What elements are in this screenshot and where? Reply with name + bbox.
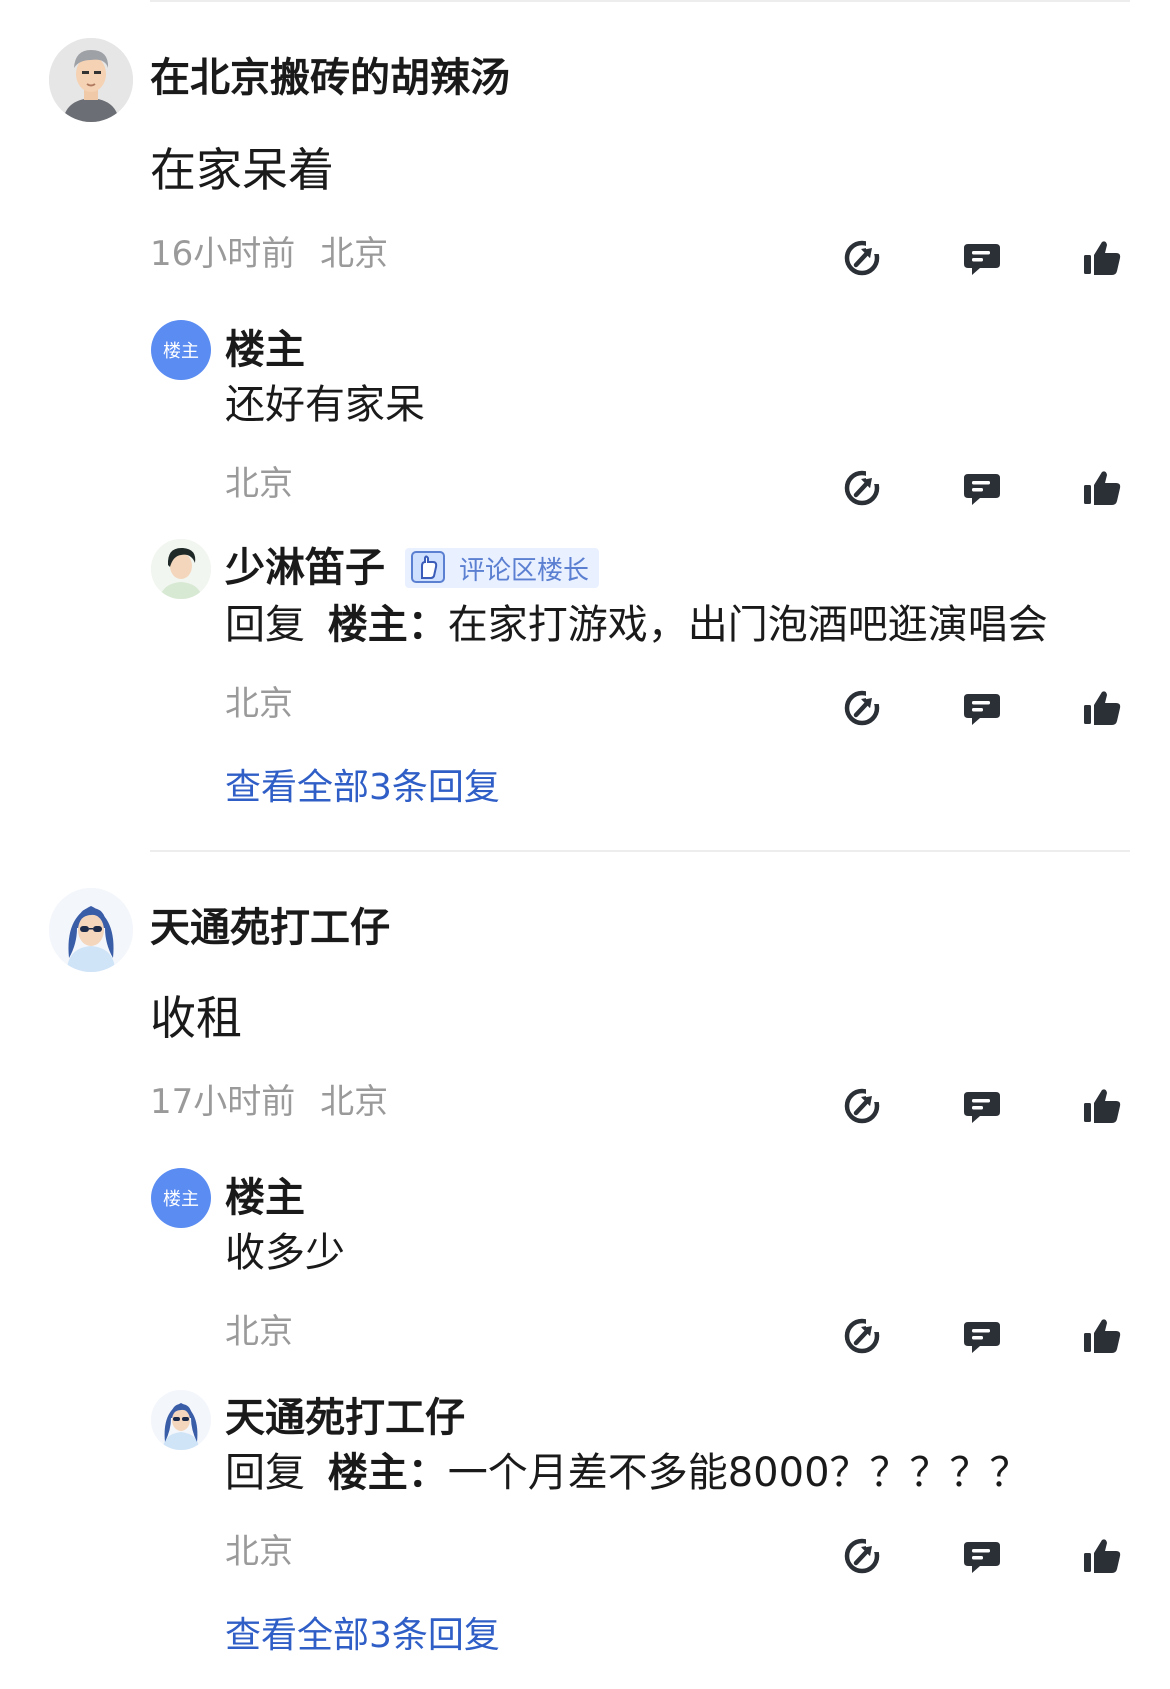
comment-icon — [964, 1322, 1000, 1353]
comment-time: 17小时前 — [150, 1082, 296, 1122]
share-icon — [842, 468, 882, 508]
like-button[interactable] — [1002, 464, 1122, 512]
comment-time: 16小时前 — [150, 234, 296, 274]
top-divider — [150, 0, 1130, 2]
reply-content: 回复 楼主：一个月差不多能8000？？？？？ — [225, 1448, 1030, 1498]
thumbs-up-icon — [1084, 471, 1121, 505]
comment-actions — [762, 234, 1122, 282]
reply-username[interactable]: 天通苑打工仔 — [225, 1394, 465, 1442]
share-button[interactable] — [762, 1082, 882, 1130]
reply-body: 在家打游戏，出门泡酒吧逛演唱会 — [447, 602, 1048, 648]
comment-location: 北京 — [320, 234, 389, 274]
comment-content: 收租 — [150, 991, 242, 1045]
thumbs-up-icon — [1084, 1089, 1121, 1123]
like-button[interactable] — [1002, 684, 1122, 732]
user-avatar[interactable] — [49, 888, 133, 972]
comment-divider — [150, 850, 1130, 852]
reply-button[interactable] — [882, 1082, 1002, 1130]
comment-username[interactable]: 天通苑打工仔 — [150, 904, 390, 952]
share-icon — [842, 688, 882, 728]
reply-to-user[interactable]: 楼主： — [328, 1450, 448, 1496]
comment-icon — [964, 1092, 1000, 1123]
reply-location: 北京 — [225, 1532, 293, 1572]
comment-content: 在家呆着 — [150, 143, 334, 197]
reply-button[interactable] — [882, 1312, 1002, 1360]
reply-actions — [762, 684, 1122, 732]
reply-button[interactable] — [882, 234, 1002, 282]
share-icon — [842, 238, 882, 278]
user-avatar[interactable] — [151, 1390, 211, 1450]
user-avatar[interactable] — [49, 38, 133, 122]
comment-icon — [964, 474, 1000, 505]
view-all-replies-link[interactable]: 查看全部3条回复 — [225, 766, 500, 810]
owner-avatar[interactable]: 楼主 — [151, 1168, 211, 1228]
comment-icon — [964, 1542, 1000, 1573]
comment-meta: 16小时前 北京 — [150, 234, 388, 274]
reply-button[interactable] — [882, 464, 1002, 512]
reply-actions — [762, 464, 1122, 512]
user-avatar[interactable] — [151, 539, 211, 599]
reply-to-user[interactable]: 楼主： — [328, 602, 448, 648]
share-button[interactable] — [762, 234, 882, 282]
reply-username[interactable]: 楼主 — [225, 1174, 305, 1222]
comment-username[interactable]: 在北京搬砖的胡辣汤 — [150, 54, 510, 102]
share-button[interactable] — [762, 1532, 882, 1580]
boy-avatar-icon — [151, 539, 211, 599]
reply-content: 收多少 — [225, 1230, 345, 1276]
comment-meta: 17小时前 北京 — [150, 1082, 388, 1122]
share-button[interactable] — [762, 464, 882, 512]
like-button[interactable] — [1002, 1082, 1122, 1130]
reply-body: 一个月差不多能8000？？？？？ — [447, 1450, 1030, 1496]
reply-prefix: 回复 — [225, 1450, 305, 1496]
lou-zhang-badge: 评论区楼长 — [405, 548, 600, 588]
like-button[interactable] — [1002, 1312, 1122, 1360]
owner-avatar-label: 楼主 — [163, 341, 199, 362]
comment-icon — [964, 244, 1000, 275]
view-all-replies-link[interactable]: 查看全部3条回复 — [225, 1614, 500, 1658]
share-icon — [842, 1536, 882, 1576]
thumbs-up-icon — [1084, 1319, 1121, 1353]
reply-button[interactable] — [882, 684, 1002, 732]
thumbs-up-icon — [1084, 1539, 1121, 1573]
woman-avatar-icon — [49, 888, 133, 972]
thumbs-up-icon — [1084, 241, 1121, 275]
comment-actions — [762, 1082, 1122, 1130]
reply-location: 北京 — [225, 464, 293, 504]
badge-hand-icon — [411, 551, 445, 583]
reply-button[interactable] — [882, 1532, 1002, 1580]
reply-content: 回复 楼主：在家打游戏，出门泡酒吧逛演唱会 — [225, 600, 1048, 650]
woman-avatar-icon — [151, 1390, 211, 1450]
reply-location: 北京 — [225, 1312, 293, 1352]
owner-avatar[interactable]: 楼主 — [151, 320, 211, 380]
badge-label: 评论区楼长 — [459, 555, 590, 586]
reply-username[interactable]: 少淋笛子 — [225, 544, 385, 592]
reply-username[interactable]: 楼主 — [225, 326, 305, 374]
comment-location: 北京 — [320, 1082, 389, 1122]
reply-location: 北京 — [225, 684, 293, 724]
share-icon — [842, 1316, 882, 1356]
reply-actions — [762, 1532, 1122, 1580]
man-avatar-icon — [49, 38, 133, 122]
reply-actions — [762, 1312, 1122, 1360]
reply-prefix: 回复 — [225, 602, 305, 648]
share-icon — [842, 1086, 882, 1126]
owner-avatar-label: 楼主 — [163, 1189, 199, 1210]
share-button[interactable] — [762, 684, 882, 732]
reply-content: 还好有家呆 — [225, 382, 425, 428]
like-button[interactable] — [1002, 1532, 1122, 1580]
share-button[interactable] — [762, 1312, 882, 1360]
comment-icon — [964, 694, 1000, 725]
like-button[interactable] — [1002, 234, 1122, 282]
thumbs-up-icon — [1084, 691, 1121, 725]
